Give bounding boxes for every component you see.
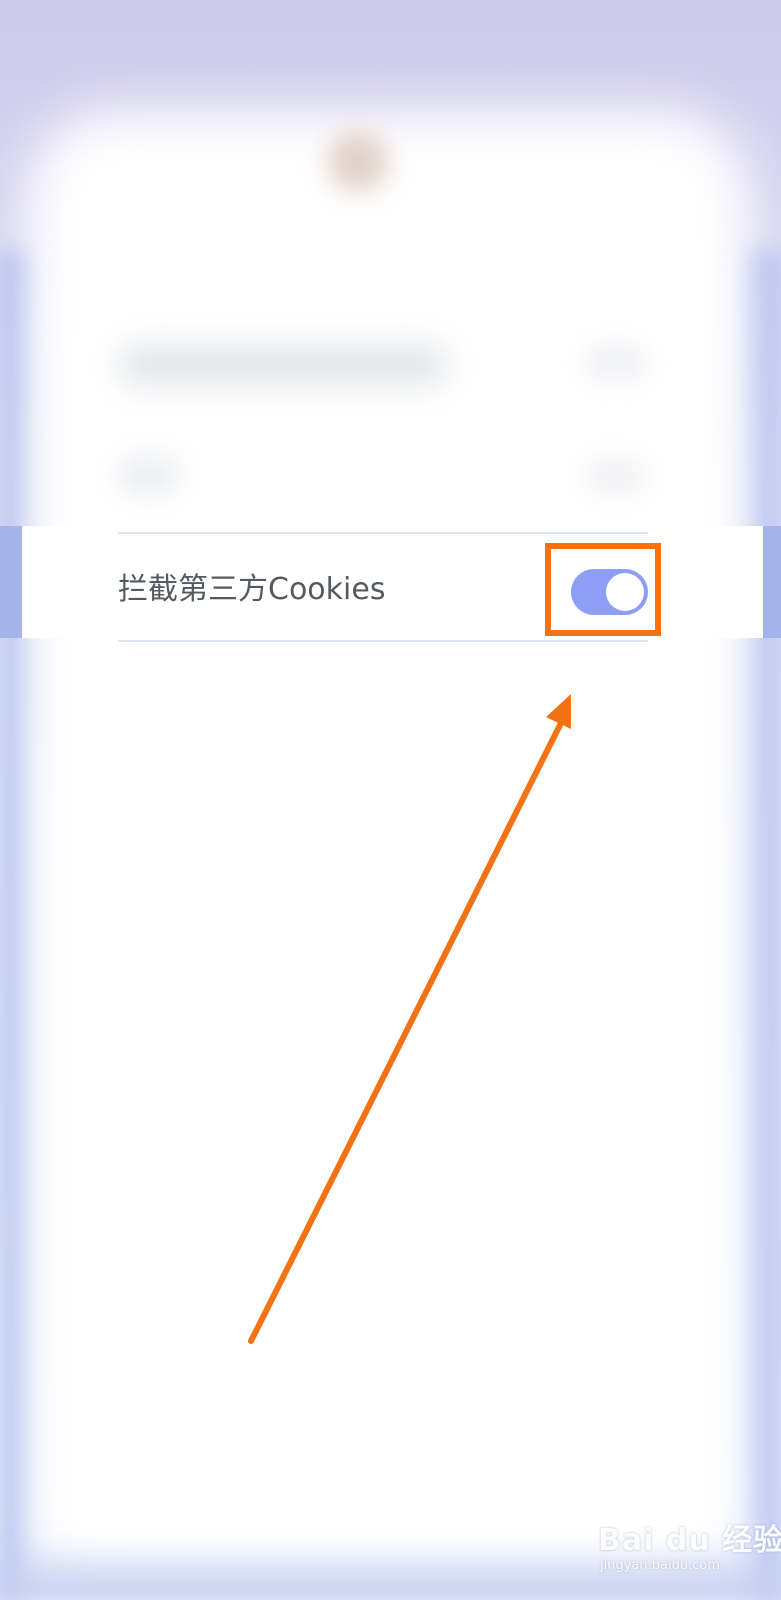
- row-divider: [118, 532, 648, 534]
- row-divider: [118, 640, 648, 642]
- blurred-avatar: [318, 122, 398, 200]
- blurred-setting-label: [118, 455, 180, 495]
- blurred-setting-label: [118, 343, 448, 387]
- blurred-setting-control: [586, 345, 646, 381]
- watermark-logo: Bai du 经验: [598, 1523, 781, 1558]
- background-edge-left: [0, 250, 34, 1600]
- blurred-settings-panel: [26, 110, 751, 1580]
- annotation-highlight-box: [545, 543, 661, 636]
- blurred-setting-control: [586, 458, 646, 494]
- watermark-url: jingyan.baidu.com: [600, 1558, 720, 1573]
- baidu-jingyan-watermark: Bai du 经验 jingyan.baidu.com: [598, 1524, 781, 1574]
- background-edge-right: [739, 250, 781, 1600]
- block-third-party-cookies-label: 拦截第三方Cookies: [118, 572, 386, 607]
